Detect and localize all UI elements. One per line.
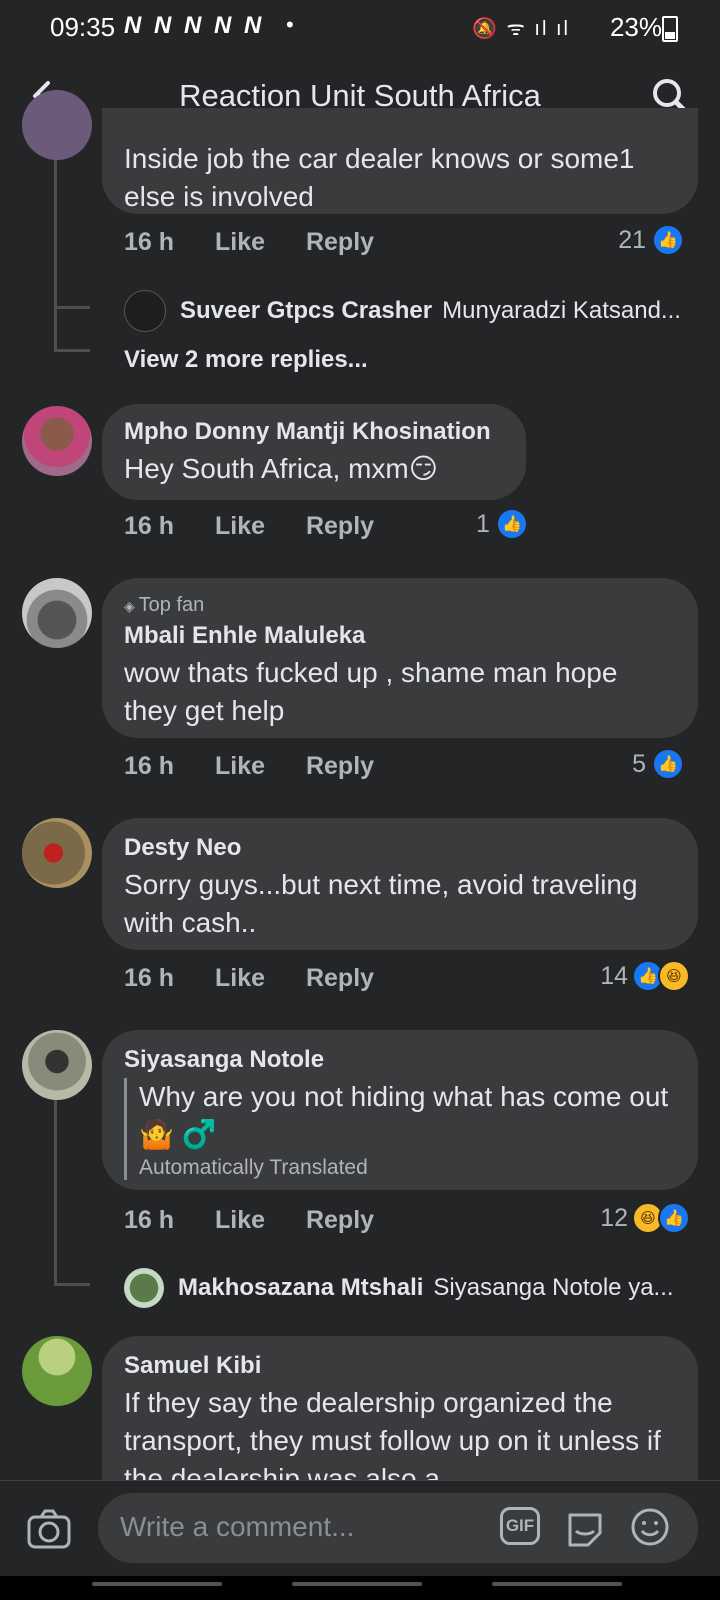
status-bar: 09:35 N N N N N • 🔕 ᯤ ıl ıl 23% bbox=[0, 0, 720, 56]
comment-placeholder: Write a comment... bbox=[120, 1511, 355, 1542]
avatar[interactable] bbox=[22, 90, 92, 160]
reaction-summary[interactable]: 14 👍 😆 bbox=[600, 960, 690, 992]
reaction-count: 21 bbox=[618, 225, 646, 254]
emoji-icon[interactable] bbox=[630, 1507, 670, 1547]
battery-icon bbox=[662, 16, 678, 42]
thread-branch bbox=[54, 1283, 90, 1286]
reaction-summary[interactable]: 5 👍 bbox=[632, 748, 684, 780]
badge-label: Top fan bbox=[138, 594, 205, 616]
nav-indicator[interactable] bbox=[492, 1582, 622, 1586]
comment-input[interactable]: Write a comment... GIF bbox=[98, 1493, 698, 1563]
view-more-replies[interactable]: View 2 more replies... bbox=[124, 346, 368, 374]
like-link[interactable]: Like bbox=[215, 228, 265, 256]
reply-text: Siyasanga Notole ya... bbox=[433, 1274, 674, 1301]
comment-text: Why are you not hiding what has come out… bbox=[139, 1081, 669, 1150]
comment-bubble: Mpho Donny Mantji Khosination Hey South … bbox=[102, 404, 526, 500]
reaction-count: 5 bbox=[632, 749, 646, 778]
reply-preview[interactable]: Suveer Gtpcs Crasher Munyaradzi Katsand.… bbox=[124, 290, 681, 332]
comment-bubble: ◈ Top fan Mbali Enhle Maluleka wow thats… bbox=[102, 578, 698, 738]
reaction-count: 12 bbox=[600, 1203, 628, 1232]
comment-author[interactable]: Mpho Donny Mantji Khosination bbox=[124, 418, 491, 446]
status-time: 09:35 bbox=[50, 12, 116, 42]
translated-block: Why are you not hiding what has come out… bbox=[124, 1078, 679, 1180]
reaction-count: 1 bbox=[476, 509, 490, 538]
like-reaction-icon: 👍 bbox=[652, 224, 684, 256]
thread-line bbox=[54, 1094, 57, 1284]
like-reaction-icon: 👍 bbox=[495, 508, 528, 540]
nav-indicator[interactable] bbox=[292, 1582, 422, 1586]
like-link[interactable]: Like bbox=[215, 1206, 265, 1234]
sticker-icon[interactable] bbox=[564, 1507, 606, 1547]
like-reaction-icon: 👍 bbox=[652, 748, 684, 780]
thread-branch bbox=[54, 306, 90, 309]
comment-bubble: Inside job the car dealer knows or some1… bbox=[102, 108, 698, 214]
reply-link[interactable]: Reply bbox=[306, 228, 374, 256]
reaction-summary[interactable]: 1 👍 bbox=[476, 508, 528, 540]
battery-percent: 23% bbox=[609, 12, 662, 42]
reply-link[interactable]: Reply bbox=[306, 752, 374, 780]
notification-icons: N N N N N bbox=[124, 12, 265, 39]
like-reaction-icon: 👍 bbox=[658, 1202, 690, 1234]
comment-time: 16 h bbox=[124, 752, 175, 780]
reaction-count: 14 bbox=[600, 961, 628, 990]
reply-preview[interactable]: Makhosazana Mtshali Siyasanga Notole ya.… bbox=[124, 1268, 674, 1308]
comment-meta: 16 h Like Reply bbox=[124, 228, 408, 257]
diamond-icon: ◈ bbox=[124, 598, 139, 614]
reaction-summary[interactable]: 21 👍 bbox=[618, 224, 684, 256]
comment-text: Inside job the car dealer knows or some1… bbox=[124, 143, 635, 212]
reaction-summary[interactable]: 12 😆 👍 bbox=[600, 1202, 690, 1234]
reply-link[interactable]: Reply bbox=[306, 964, 374, 992]
reply-author[interactable]: Makhosazana Mtshali bbox=[178, 1274, 423, 1302]
camera-icon[interactable] bbox=[26, 1507, 72, 1551]
comment-time: 16 h bbox=[124, 228, 175, 256]
like-link[interactable]: Like bbox=[215, 752, 265, 780]
reply-author[interactable]: Suveer Gtpcs Crasher bbox=[180, 297, 432, 325]
mute-wifi-signal-icons: 🔕 ᯤ ıl ıl bbox=[472, 18, 570, 40]
avatar[interactable] bbox=[22, 818, 92, 888]
thread-line bbox=[54, 140, 57, 350]
comment-author[interactable]: Desty Neo bbox=[124, 834, 241, 862]
avatar bbox=[124, 290, 166, 332]
comment-bubble: Desty Neo Sorry guys...but next time, av… bbox=[102, 818, 698, 950]
comment-time: 16 h bbox=[124, 512, 175, 540]
comment-bubble: Siyasanga Notole Why are you not hiding … bbox=[102, 1030, 698, 1190]
gif-icon[interactable]: GIF bbox=[500, 1507, 540, 1545]
comment-composer: Write a comment... GIF bbox=[0, 1480, 720, 1577]
avatar[interactable] bbox=[22, 1030, 92, 1100]
comment-time: 16 h bbox=[124, 1206, 175, 1234]
comment-meta: 16 h Like Reply bbox=[124, 964, 408, 993]
comment-author[interactable]: Samuel Kibi bbox=[124, 1352, 261, 1380]
reply-link[interactable]: Reply bbox=[306, 1206, 374, 1234]
system-nav-bar bbox=[0, 1576, 720, 1600]
status-dot: • bbox=[286, 12, 294, 37]
comment-text: Hey South Africa, mxm😏 bbox=[124, 453, 438, 484]
comment-meta: 16 h Like Reply bbox=[124, 1206, 408, 1235]
nav-indicator[interactable] bbox=[92, 1582, 222, 1586]
comment-text: wow thats fucked up , shame man hope the… bbox=[124, 657, 618, 726]
comment-time: 16 h bbox=[124, 964, 175, 992]
thread-branch bbox=[54, 349, 90, 352]
haha-reaction-icon: 😆 bbox=[658, 960, 690, 992]
comment-author[interactable]: Mbali Enhle Maluleka bbox=[124, 622, 365, 650]
reply-link[interactable]: Reply bbox=[306, 512, 374, 540]
top-fan-badge: ◈ Top fan bbox=[124, 594, 204, 617]
like-link[interactable]: Like bbox=[215, 964, 265, 992]
like-link[interactable]: Like bbox=[215, 512, 265, 540]
comment-text: Sorry guys...but next time, avoid travel… bbox=[124, 869, 638, 938]
comment-author[interactable]: Siyasanga Notole bbox=[124, 1046, 324, 1074]
avatar bbox=[124, 1268, 164, 1308]
avatar[interactable] bbox=[22, 1336, 92, 1406]
comment-meta: 16 h Like Reply bbox=[124, 512, 408, 541]
comment-meta: 16 h Like Reply bbox=[124, 752, 408, 781]
translation-notice[interactable]: Automatically Translated bbox=[139, 1156, 679, 1180]
avatar[interactable] bbox=[22, 578, 92, 648]
reply-text: Munyaradzi Katsand... bbox=[442, 297, 681, 324]
avatar[interactable] bbox=[22, 406, 92, 476]
